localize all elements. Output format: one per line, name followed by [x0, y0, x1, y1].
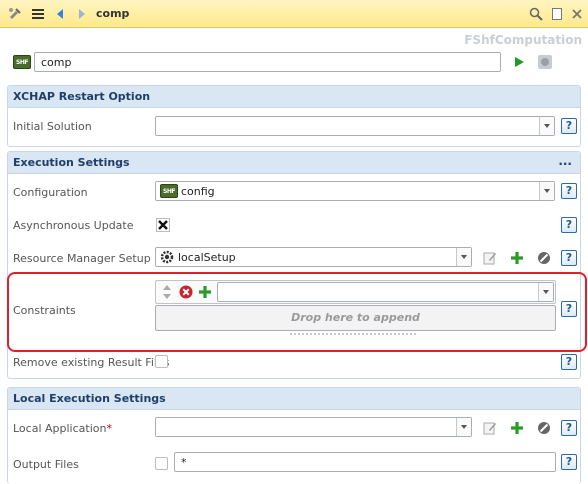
menu-icon[interactable] — [30, 6, 46, 22]
local-app-edit-icon[interactable] — [482, 420, 498, 436]
resource-manager-value: localSetup — [178, 251, 236, 264]
configuration-value: config — [181, 185, 215, 198]
search-icon[interactable] — [528, 6, 544, 22]
output-files-value: * — [181, 456, 187, 469]
initial-solution-help-icon[interactable]: ? — [561, 118, 577, 134]
async-update-checkbox[interactable] — [155, 217, 171, 233]
reorder-arrows-icon[interactable] — [159, 284, 175, 300]
local-application-help-icon[interactable]: ? — [561, 420, 577, 436]
edit-icon[interactable] — [482, 250, 498, 266]
close-icon[interactable] — [569, 6, 585, 22]
class-name-label: FShfComputation — [464, 33, 582, 47]
add-icon[interactable] — [509, 250, 525, 266]
local-application-label-text: Local Application — [13, 422, 107, 435]
back-arrow-icon[interactable] — [52, 6, 68, 22]
execution-section-more[interactable]: ... — [558, 154, 572, 168]
clear-icon[interactable] — [536, 250, 552, 266]
async-update-label: Asynchronous Update — [13, 219, 134, 232]
add-constraint-icon[interactable] — [197, 284, 213, 300]
constraints-select[interactable] — [217, 282, 554, 302]
initial-solution-select[interactable] — [155, 116, 555, 136]
results-icon[interactable] — [537, 54, 553, 70]
drop-here-text: Drop here to append — [291, 311, 420, 324]
constraints-help-icon[interactable]: ? — [561, 301, 577, 317]
configuration-dropdown-arrow[interactable] — [539, 182, 554, 200]
name-input[interactable]: comp — [34, 52, 501, 72]
local-application-dropdown-arrow[interactable] — [456, 418, 471, 436]
constraints-editor-row — [155, 280, 556, 304]
forward-arrow-icon[interactable] — [74, 6, 90, 22]
resource-manager-dropdown-arrow[interactable] — [456, 248, 471, 266]
local-application-select[interactable] — [155, 417, 472, 437]
output-files-label: Output Files — [13, 458, 79, 471]
local-application-label: Local Application* — [13, 422, 112, 435]
drag-handle-dots[interactable] — [290, 333, 416, 335]
resource-manager-select[interactable]: localSetup — [155, 247, 472, 267]
required-marker: * — [106, 422, 112, 435]
remove-result-files-label: Remove existing Result Files — [13, 356, 170, 369]
remove-result-files-checkbox[interactable] — [155, 355, 168, 368]
local-section-title: Local Execution Settings — [13, 392, 166, 405]
initial-solution-dropdown-arrow[interactable] — [539, 117, 554, 135]
output-files-help-icon[interactable]: ? — [561, 454, 577, 470]
local-app-add-icon[interactable] — [509, 420, 525, 436]
initial-solution-label: Initial Solution — [13, 120, 92, 133]
configuration-help-icon[interactable]: ? — [561, 183, 577, 199]
configuration-select[interactable]: SHF config — [155, 181, 555, 201]
gear-icon — [159, 249, 175, 265]
shf-computation-icon: SHF — [13, 55, 31, 69]
async-update-help-icon[interactable]: ? — [561, 217, 577, 233]
local-section-header[interactable]: Local Execution Settings — [8, 388, 580, 410]
toolbar-title: comp — [96, 7, 130, 20]
output-files-checkbox[interactable] — [155, 457, 168, 470]
local-app-clear-icon[interactable] — [536, 420, 552, 436]
config-shf-icon: SHF — [160, 184, 178, 198]
top-toolbar: comp — [0, 0, 588, 28]
satellite-icon[interactable] — [7, 6, 23, 22]
constraints-drop-area[interactable]: Drop here to append — [155, 305, 556, 331]
remove-result-files-help-icon[interactable]: ? — [561, 354, 577, 370]
copy-icon[interactable] — [549, 6, 565, 22]
xchap-section-title: XCHAP Restart Option — [13, 90, 151, 103]
output-files-input[interactable]: * — [174, 452, 556, 472]
run-icon[interactable] — [511, 54, 527, 70]
constraints-dropdown-arrow[interactable] — [538, 283, 553, 301]
execution-section-header[interactable]: Execution Settings ... — [8, 152, 580, 174]
resource-manager-help-icon[interactable]: ? — [561, 250, 577, 266]
remove-icon[interactable] — [178, 284, 194, 300]
xchap-section-header[interactable]: XCHAP Restart Option — [8, 86, 580, 108]
configuration-label: Configuration — [13, 186, 88, 199]
name-value: comp — [41, 56, 72, 69]
resource-manager-label: Resource Manager Setup — [13, 252, 151, 265]
execution-section-title: Execution Settings — [13, 156, 130, 169]
